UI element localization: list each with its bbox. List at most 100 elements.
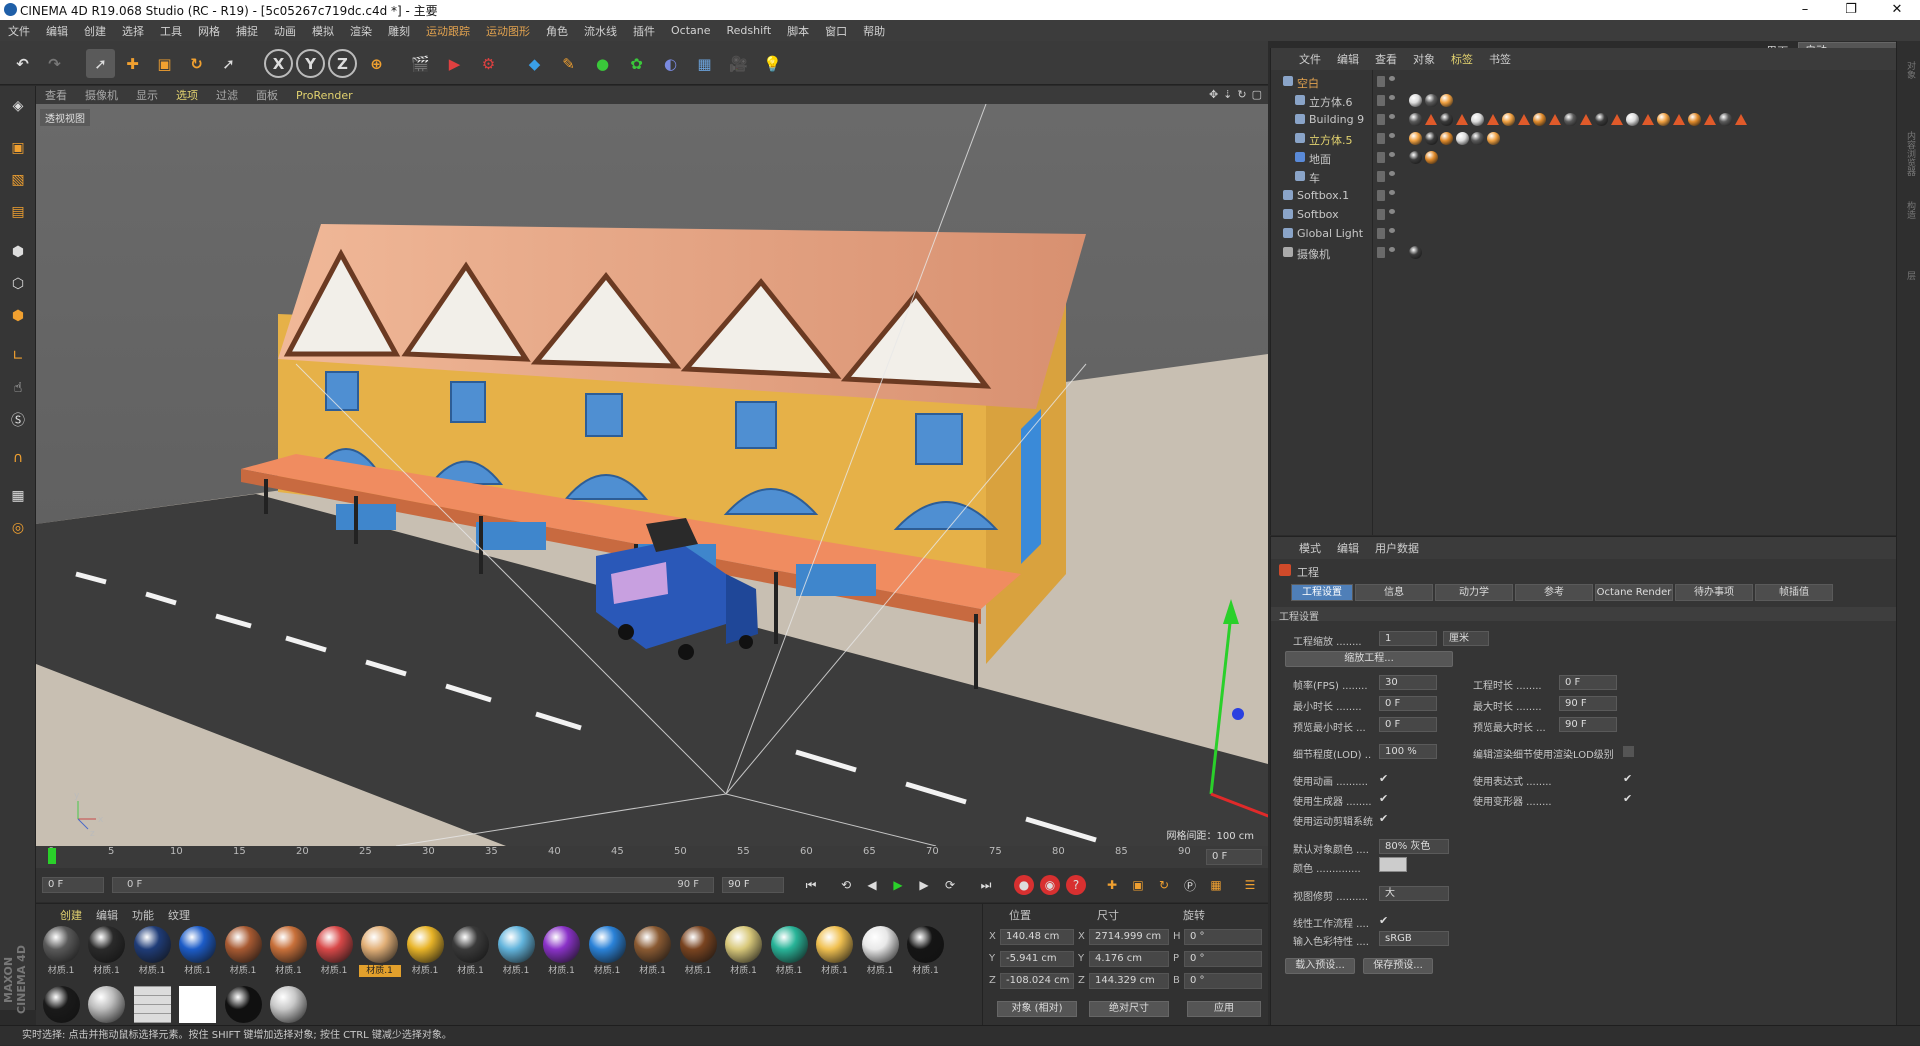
- layer-visibility-icon[interactable]: [1377, 209, 1385, 220]
- scale-field[interactable]: 1: [1379, 631, 1437, 646]
- material-swatch[interactable]: [131, 986, 173, 1023]
- material-tag-icon[interactable]: [1409, 246, 1422, 259]
- z-axis-icon[interactable]: Z: [328, 49, 357, 78]
- material-swatch[interactable]: [222, 986, 264, 1023]
- menu-edit[interactable]: 编辑: [38, 23, 76, 39]
- material-tag-icon[interactable]: [1440, 94, 1453, 107]
- menu-render[interactable]: 渲染: [342, 23, 380, 39]
- use-motion-system-checkbox[interactable]: ✔: [1379, 813, 1390, 824]
- texture-tag-icon[interactable]: [1486, 114, 1499, 125]
- tab-dynamics[interactable]: 动力学: [1435, 584, 1513, 601]
- model-mode-icon[interactable]: ▣: [4, 134, 32, 162]
- timeline-window-icon[interactable]: ☰: [1240, 875, 1260, 895]
- menu-help[interactable]: 帮助: [855, 23, 893, 39]
- size-x-field[interactable]: 2714.999 cm: [1089, 929, 1169, 945]
- editor-visibility-icon[interactable]: [1389, 95, 1395, 100]
- save-preset-button[interactable]: 保存预设...: [1363, 958, 1433, 974]
- material-tag-icon[interactable]: [1440, 132, 1453, 145]
- menu-motion-tracking[interactable]: 运动跟踪: [418, 23, 478, 39]
- editor-visibility-icon[interactable]: [1389, 247, 1395, 252]
- material-tag-icon[interactable]: [1486, 132, 1500, 145]
- material-swatch[interactable]: 材质.1: [268, 926, 310, 977]
- editor-visibility-icon[interactable]: [1389, 114, 1395, 119]
- material-swatch[interactable]: [268, 986, 310, 1023]
- material-swatch[interactable]: 材质.1: [677, 926, 719, 977]
- menu-tools[interactable]: 工具: [152, 23, 190, 39]
- material-swatch[interactable]: 材质.1: [86, 926, 128, 977]
- frame-range-slider[interactable]: 0 F 90 F: [112, 877, 714, 893]
- material-swatch[interactable]: 材质.1: [177, 926, 219, 977]
- duration-field[interactable]: 0 F: [1559, 675, 1617, 690]
- material-menu-function[interactable]: 功能: [132, 907, 154, 923]
- object-row[interactable]: Global Light: [1271, 224, 1897, 243]
- menu-mesh[interactable]: 网格: [190, 23, 228, 39]
- layer-visibility-icon[interactable]: [1377, 133, 1385, 144]
- use-animation-checkbox[interactable]: ✔: [1379, 773, 1390, 784]
- dolly-icon[interactable]: ⇣: [1223, 88, 1232, 101]
- menu-octane[interactable]: Octane: [663, 24, 719, 37]
- material-swatch[interactable]: [40, 986, 82, 1023]
- object-row[interactable]: 立方体.5: [1271, 129, 1897, 148]
- material-tag-icon[interactable]: [1688, 113, 1701, 126]
- material-tag-icon[interactable]: [1409, 132, 1422, 145]
- pos-y-field[interactable]: -5.941 cm: [1000, 951, 1074, 967]
- object-row[interactable]: 地面: [1271, 148, 1897, 167]
- rot-p-field[interactable]: 0 °: [1184, 951, 1262, 967]
- object-row[interactable]: 空白: [1271, 72, 1897, 91]
- viewport-menu-view[interactable]: 查看: [36, 87, 76, 103]
- rot-h-field[interactable]: 0 °: [1184, 929, 1262, 945]
- default-color-dropdown[interactable]: 80% 灰色: [1379, 839, 1449, 854]
- scale-icon[interactable]: ▣: [150, 49, 179, 78]
- material-tag-icon[interactable]: [1626, 113, 1639, 126]
- material-tag-icon[interactable]: [1424, 94, 1438, 107]
- material-swatch[interactable]: [177, 986, 219, 1023]
- material-tag-icon[interactable]: [1409, 151, 1422, 164]
- world-coordinates-icon[interactable]: ⊕: [362, 49, 391, 78]
- prev-key-icon[interactable]: ⟲: [836, 875, 856, 895]
- next-key-icon[interactable]: ⟳: [940, 875, 960, 895]
- right-tab-objects[interactable]: 对象: [1901, 61, 1917, 121]
- deformer-icon[interactable]: ◐: [656, 49, 685, 78]
- preview-max-field[interactable]: 90 F: [1559, 717, 1617, 732]
- editor-visibility-icon[interactable]: [1389, 190, 1395, 195]
- cube-primitive-icon[interactable]: ◆: [520, 49, 549, 78]
- material-menu-texture[interactable]: 纹理: [168, 907, 190, 923]
- layer-visibility-icon[interactable]: [1377, 171, 1385, 182]
- tab-project-settings[interactable]: 工程设置: [1291, 584, 1353, 601]
- menu-select[interactable]: 选择: [114, 23, 152, 39]
- material-swatch[interactable]: 材质.1: [632, 926, 674, 977]
- key-position-icon[interactable]: ✚: [1102, 875, 1122, 895]
- layer-visibility-icon[interactable]: [1377, 114, 1385, 125]
- attr-menu-mode[interactable]: 模式: [1291, 540, 1329, 556]
- viewport-menu-filter[interactable]: 过滤: [207, 87, 247, 103]
- texture-mode-icon[interactable]: ▧: [4, 166, 32, 194]
- maximize-button[interactable]: ❐: [1828, 0, 1874, 20]
- menu-mograph[interactable]: 运动图形: [478, 23, 538, 39]
- color-swatch[interactable]: [1379, 857, 1407, 872]
- object-name[interactable]: 地面: [1309, 151, 1331, 167]
- material-swatch[interactable]: 材质.1: [814, 926, 856, 977]
- material-tag-icon[interactable]: [1424, 132, 1438, 145]
- material-tag-icon[interactable]: [1471, 113, 1484, 126]
- camera-icon[interactable]: 🎥: [724, 49, 753, 78]
- playhead[interactable]: [48, 848, 56, 864]
- attr-menu-edit[interactable]: 编辑: [1329, 540, 1367, 556]
- material-swatch[interactable]: 材质.1: [586, 926, 628, 977]
- use-expressions-checkbox[interactable]: ✔: [1623, 773, 1634, 784]
- use-deformers-checkbox[interactable]: ✔: [1623, 793, 1634, 804]
- fps-field[interactable]: 30: [1379, 675, 1437, 690]
- undo-icon[interactable]: ↶: [8, 49, 37, 78]
- autokey-icon[interactable]: ◉: [1040, 875, 1060, 895]
- recent-tool-icon[interactable]: ➚: [214, 49, 243, 78]
- material-menu-create[interactable]: 创建: [60, 907, 82, 923]
- material-tag-icon[interactable]: [1595, 113, 1608, 126]
- solo-icon[interactable]: Ⓢ: [4, 406, 32, 434]
- texture-tag-icon[interactable]: [1672, 114, 1685, 125]
- pen-spline-icon[interactable]: ✎: [554, 49, 583, 78]
- object-menu-tags[interactable]: 标签: [1443, 51, 1481, 67]
- workplane-icon[interactable]: ▤: [4, 198, 32, 226]
- key-parameter-icon[interactable]: Ⓟ: [1180, 875, 1200, 895]
- editor-visibility-icon[interactable]: [1389, 152, 1395, 157]
- material-swatch[interactable]: [86, 986, 128, 1023]
- right-tab-structure[interactable]: 构造: [1901, 201, 1917, 261]
